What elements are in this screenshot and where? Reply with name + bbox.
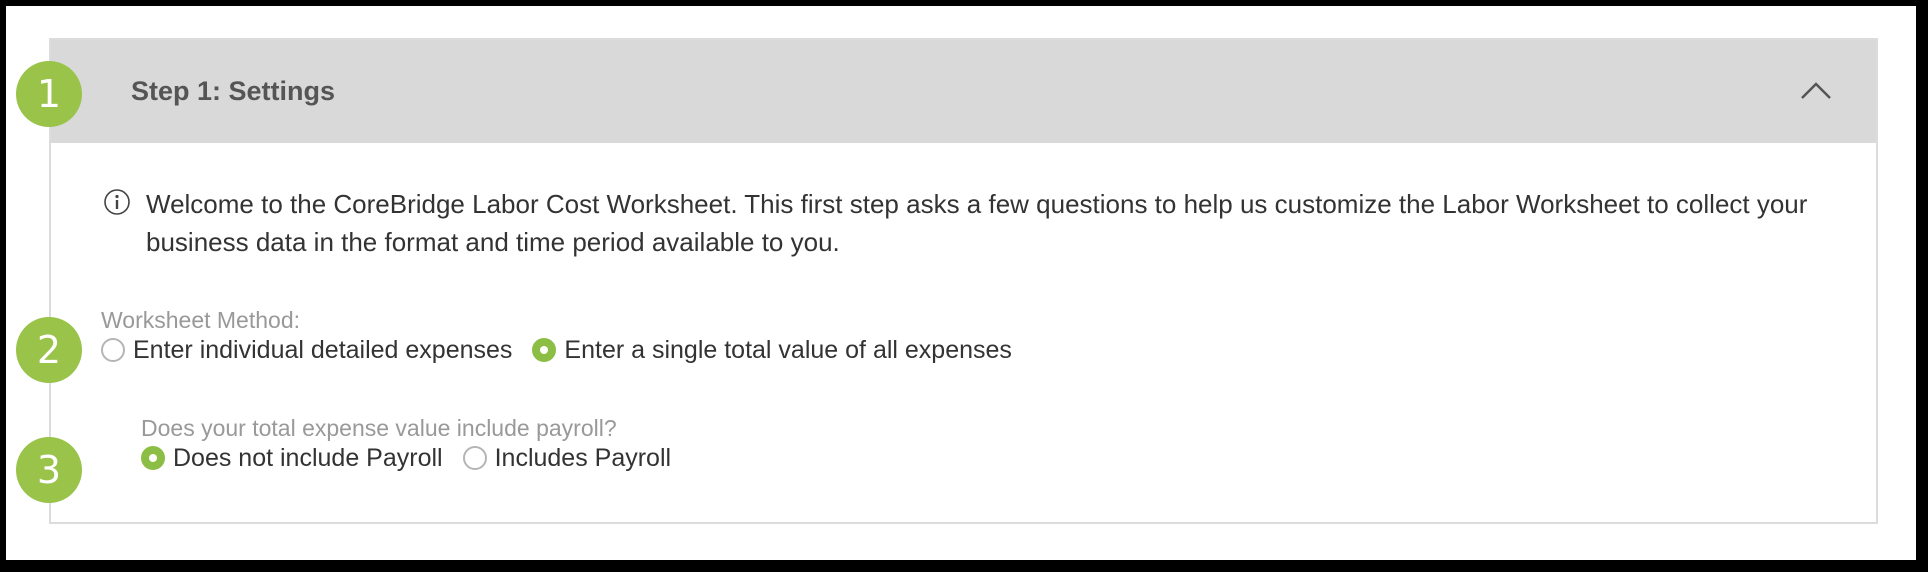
radio-label: Does not include Payroll bbox=[173, 444, 443, 472]
info-text: Welcome to the CoreBridge Labor Cost Wor… bbox=[146, 189, 1808, 257]
payroll-radio-group: Does not include Payroll Includes Payrol… bbox=[141, 443, 691, 473]
panel-header[interactable]: Step 1: Settings bbox=[51, 40, 1876, 143]
radio-button-selected[interactable] bbox=[141, 446, 165, 470]
info-icon bbox=[104, 189, 130, 215]
panel-title: Step 1: Settings bbox=[131, 76, 336, 106]
radio-label: Enter a single total value of all expens… bbox=[564, 336, 1012, 364]
payroll-question-label: Does your total expense value include pa… bbox=[141, 415, 617, 441]
screenshot-canvas: Step 1: Settings Welcome to the CoreBrid… bbox=[6, 6, 1916, 560]
radio-button[interactable] bbox=[462, 446, 487, 470]
radio-button[interactable] bbox=[101, 338, 125, 362]
worksheet-method-label: Worksheet Method: bbox=[101, 307, 301, 333]
radio-button-selected[interactable] bbox=[532, 338, 557, 362]
settings-panel: Step 1: Settings Welcome to the CoreBrid… bbox=[49, 38, 1878, 524]
radio-option-includes-payroll[interactable]: Includes Payroll bbox=[462, 443, 672, 473]
chevron-up-icon[interactable] bbox=[1800, 78, 1832, 102]
step-badge-3: 3 bbox=[16, 437, 82, 503]
worksheet-method-radio-group: Enter individual detailed expenses Enter… bbox=[101, 335, 1032, 365]
step-badge-2: 2 bbox=[16, 317, 82, 383]
radio-option-not-include-payroll[interactable]: Does not include Payroll bbox=[141, 443, 443, 473]
radio-label: Includes Payroll bbox=[494, 444, 672, 472]
radio-label: Enter individual detailed expenses bbox=[133, 336, 513, 364]
radio-option-single-total[interactable]: Enter a single total value of all expens… bbox=[532, 335, 1012, 365]
radio-option-detailed-expenses[interactable]: Enter individual detailed expenses bbox=[101, 335, 512, 365]
step-badge-1: 1 bbox=[16, 61, 82, 127]
